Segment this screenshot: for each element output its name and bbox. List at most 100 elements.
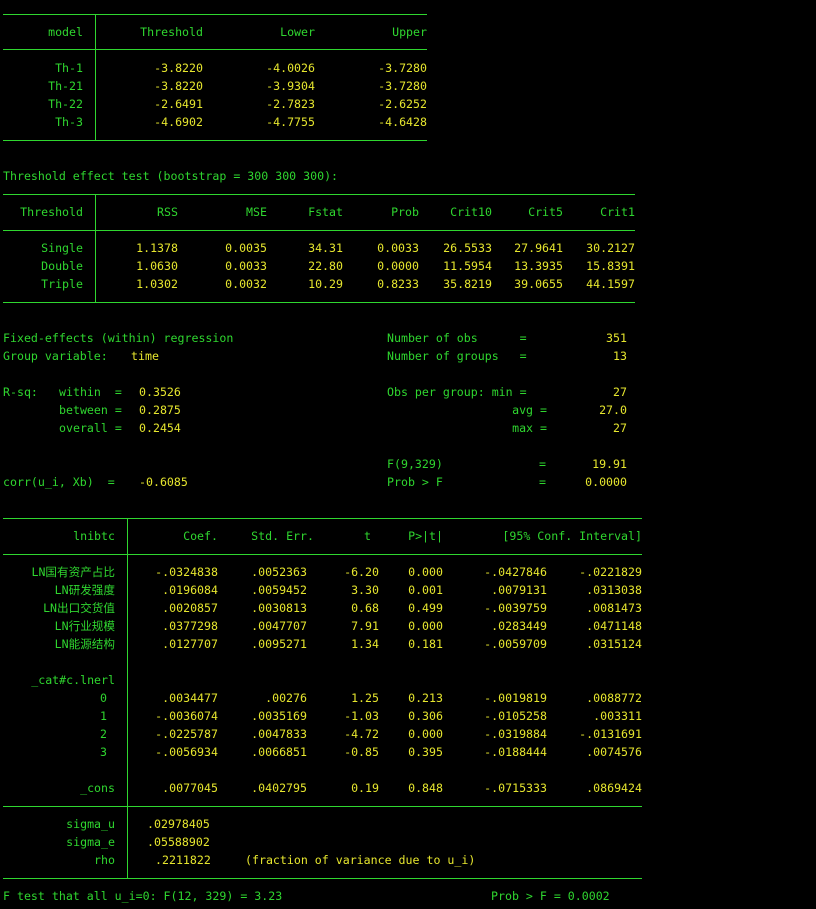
- table3-cell: .0035169: [251, 709, 307, 723]
- table1-top-rule: [3, 14, 427, 15]
- table2-cell: 34.31: [308, 241, 343, 255]
- table3-cell: 0.000: [408, 727, 443, 741]
- f-stat-equals: =: [539, 457, 546, 471]
- table1-header-model: model: [48, 25, 83, 39]
- table1-row-label: Th-21: [48, 79, 83, 93]
- table3-cell: -6.20: [344, 565, 379, 579]
- table2-cell: 26.5533: [443, 241, 492, 255]
- table1-header-lower: Lower: [280, 25, 315, 39]
- table3-cell: 0.001: [408, 583, 443, 597]
- rsq-between-label: between =: [59, 403, 129, 417]
- table3-cell: .0313038: [586, 583, 642, 597]
- table2-cell: 15.8391: [586, 259, 635, 273]
- rsq-between-value: 0.2875: [139, 403, 181, 417]
- table1-cell: -4.6428: [378, 115, 427, 129]
- table1-row-label: Th-1: [55, 61, 83, 75]
- table3-cell: .0079131: [491, 583, 547, 597]
- obs-max-label: max =: [512, 421, 547, 435]
- table3-cell: .0095271: [251, 637, 307, 651]
- table2-row-label: Double: [41, 259, 83, 273]
- table3-cell: 0.000: [408, 565, 443, 579]
- table3-cell: .0869424: [586, 781, 642, 795]
- table3-cell: 0.306: [408, 709, 443, 723]
- table3-cell: 0.68: [351, 601, 379, 615]
- table2-header: MSE: [246, 205, 267, 219]
- prob-f-value: 0.0000: [585, 475, 627, 489]
- table2-cell: 10.29: [308, 277, 343, 291]
- table3-cell: -.0039759: [484, 601, 547, 615]
- table3-header-rule: [3, 554, 642, 555]
- rsq-label: R-sq:: [3, 385, 38, 399]
- table1-cell: -4.7755: [266, 115, 315, 129]
- table3-row-label: 1: [100, 709, 107, 723]
- table2-header: Threshold: [20, 205, 83, 219]
- table1-row-label: Th-3: [55, 115, 83, 129]
- table3-cell: .0471148: [586, 619, 642, 633]
- prob-f-label: Prob > F: [387, 475, 443, 489]
- table1-separator: [95, 14, 96, 140]
- table1-cell: -4.6902: [154, 115, 203, 129]
- table1-cell: -3.8220: [154, 61, 203, 75]
- table2-cell: 0.0032: [225, 277, 267, 291]
- table2-bottom-rule: [3, 302, 635, 303]
- table2-top-rule: [3, 194, 635, 195]
- rsq-within-value: 0.3526: [139, 385, 181, 399]
- table3-cell: .003311: [593, 709, 642, 723]
- table2-cell: 13.3935: [514, 259, 563, 273]
- table2-cell: 27.9641: [514, 241, 563, 255]
- rho-note: (fraction of variance due to u_i): [245, 853, 476, 867]
- table1-cell: -3.7280: [378, 79, 427, 93]
- rsq-within-label: within =: [59, 385, 129, 399]
- obs-avg-value: 27.0: [599, 403, 627, 417]
- cat-interaction-label: _cat#c.lnerl: [31, 673, 115, 687]
- sigma-e-label: sigma_e: [66, 835, 115, 849]
- f-test-prob: Prob > F = 0.0002: [491, 889, 610, 903]
- table2-cell: 44.1597: [586, 277, 635, 291]
- table3-top-rule: [3, 518, 642, 519]
- table3-cell: .0020857: [162, 601, 218, 615]
- table2-cell: 22.80: [308, 259, 343, 273]
- table2-row-label: Triple: [41, 277, 83, 291]
- sigma-u-label: sigma_u: [66, 817, 115, 831]
- table3-cell: .0074576: [586, 745, 642, 759]
- table2-header: Crit5: [528, 205, 563, 219]
- group-variable-value: time: [131, 349, 159, 363]
- obs-avg-label: avg =: [512, 403, 547, 417]
- table3-header-se: Std. Err.: [251, 529, 314, 543]
- table2-cell: 1.0630: [136, 259, 178, 273]
- f-stat-label: F(9,329): [387, 457, 443, 471]
- table1-header-rule: [3, 49, 427, 50]
- table1-cell: -2.7823: [266, 97, 315, 111]
- table2-header: RSS: [157, 205, 178, 219]
- table3-cell: -4.72: [344, 727, 379, 741]
- table3-cell: 0.181: [408, 637, 443, 651]
- obs-max-value: 27: [613, 421, 627, 435]
- ngroups-value: 13: [613, 349, 627, 363]
- table1-bottom-rule: [3, 140, 427, 141]
- table2-cell: 0.0000: [377, 259, 419, 273]
- table3-cell: .00276: [265, 691, 307, 705]
- table2-cell: 35.8219: [443, 277, 492, 291]
- table2-cell: 0.0033: [377, 241, 419, 255]
- table3-cell: -0.85: [344, 745, 379, 759]
- rho-value: .2211822: [155, 853, 211, 867]
- table3-row-label: _cons: [80, 781, 115, 795]
- table3-cell: -.0131691: [579, 727, 642, 741]
- table3-cell: .0402795: [251, 781, 307, 795]
- rsq-overall-value: 0.2454: [139, 421, 181, 435]
- table3-cell: -.0715333: [484, 781, 547, 795]
- table3-row-label: 0: [100, 691, 107, 705]
- table3-cell: 3.30: [351, 583, 379, 597]
- table3-cell: .0030813: [251, 601, 307, 615]
- table3-row-label: 3: [100, 745, 107, 759]
- f-stat-value: 19.91: [592, 457, 627, 471]
- table1-row-label: Th-22: [48, 97, 83, 111]
- table1-header-threshold: Threshold: [140, 25, 203, 39]
- table3-row-label: LN能源结构: [54, 637, 115, 651]
- table3-cell: -.0324838: [155, 565, 218, 579]
- table3-cell: -.0019819: [484, 691, 547, 705]
- table3-cell: .0377298: [162, 619, 218, 633]
- table3-cell: -.0319884: [484, 727, 547, 741]
- table3-cell: .0066851: [251, 745, 307, 759]
- table2-header: Fstat: [308, 205, 343, 219]
